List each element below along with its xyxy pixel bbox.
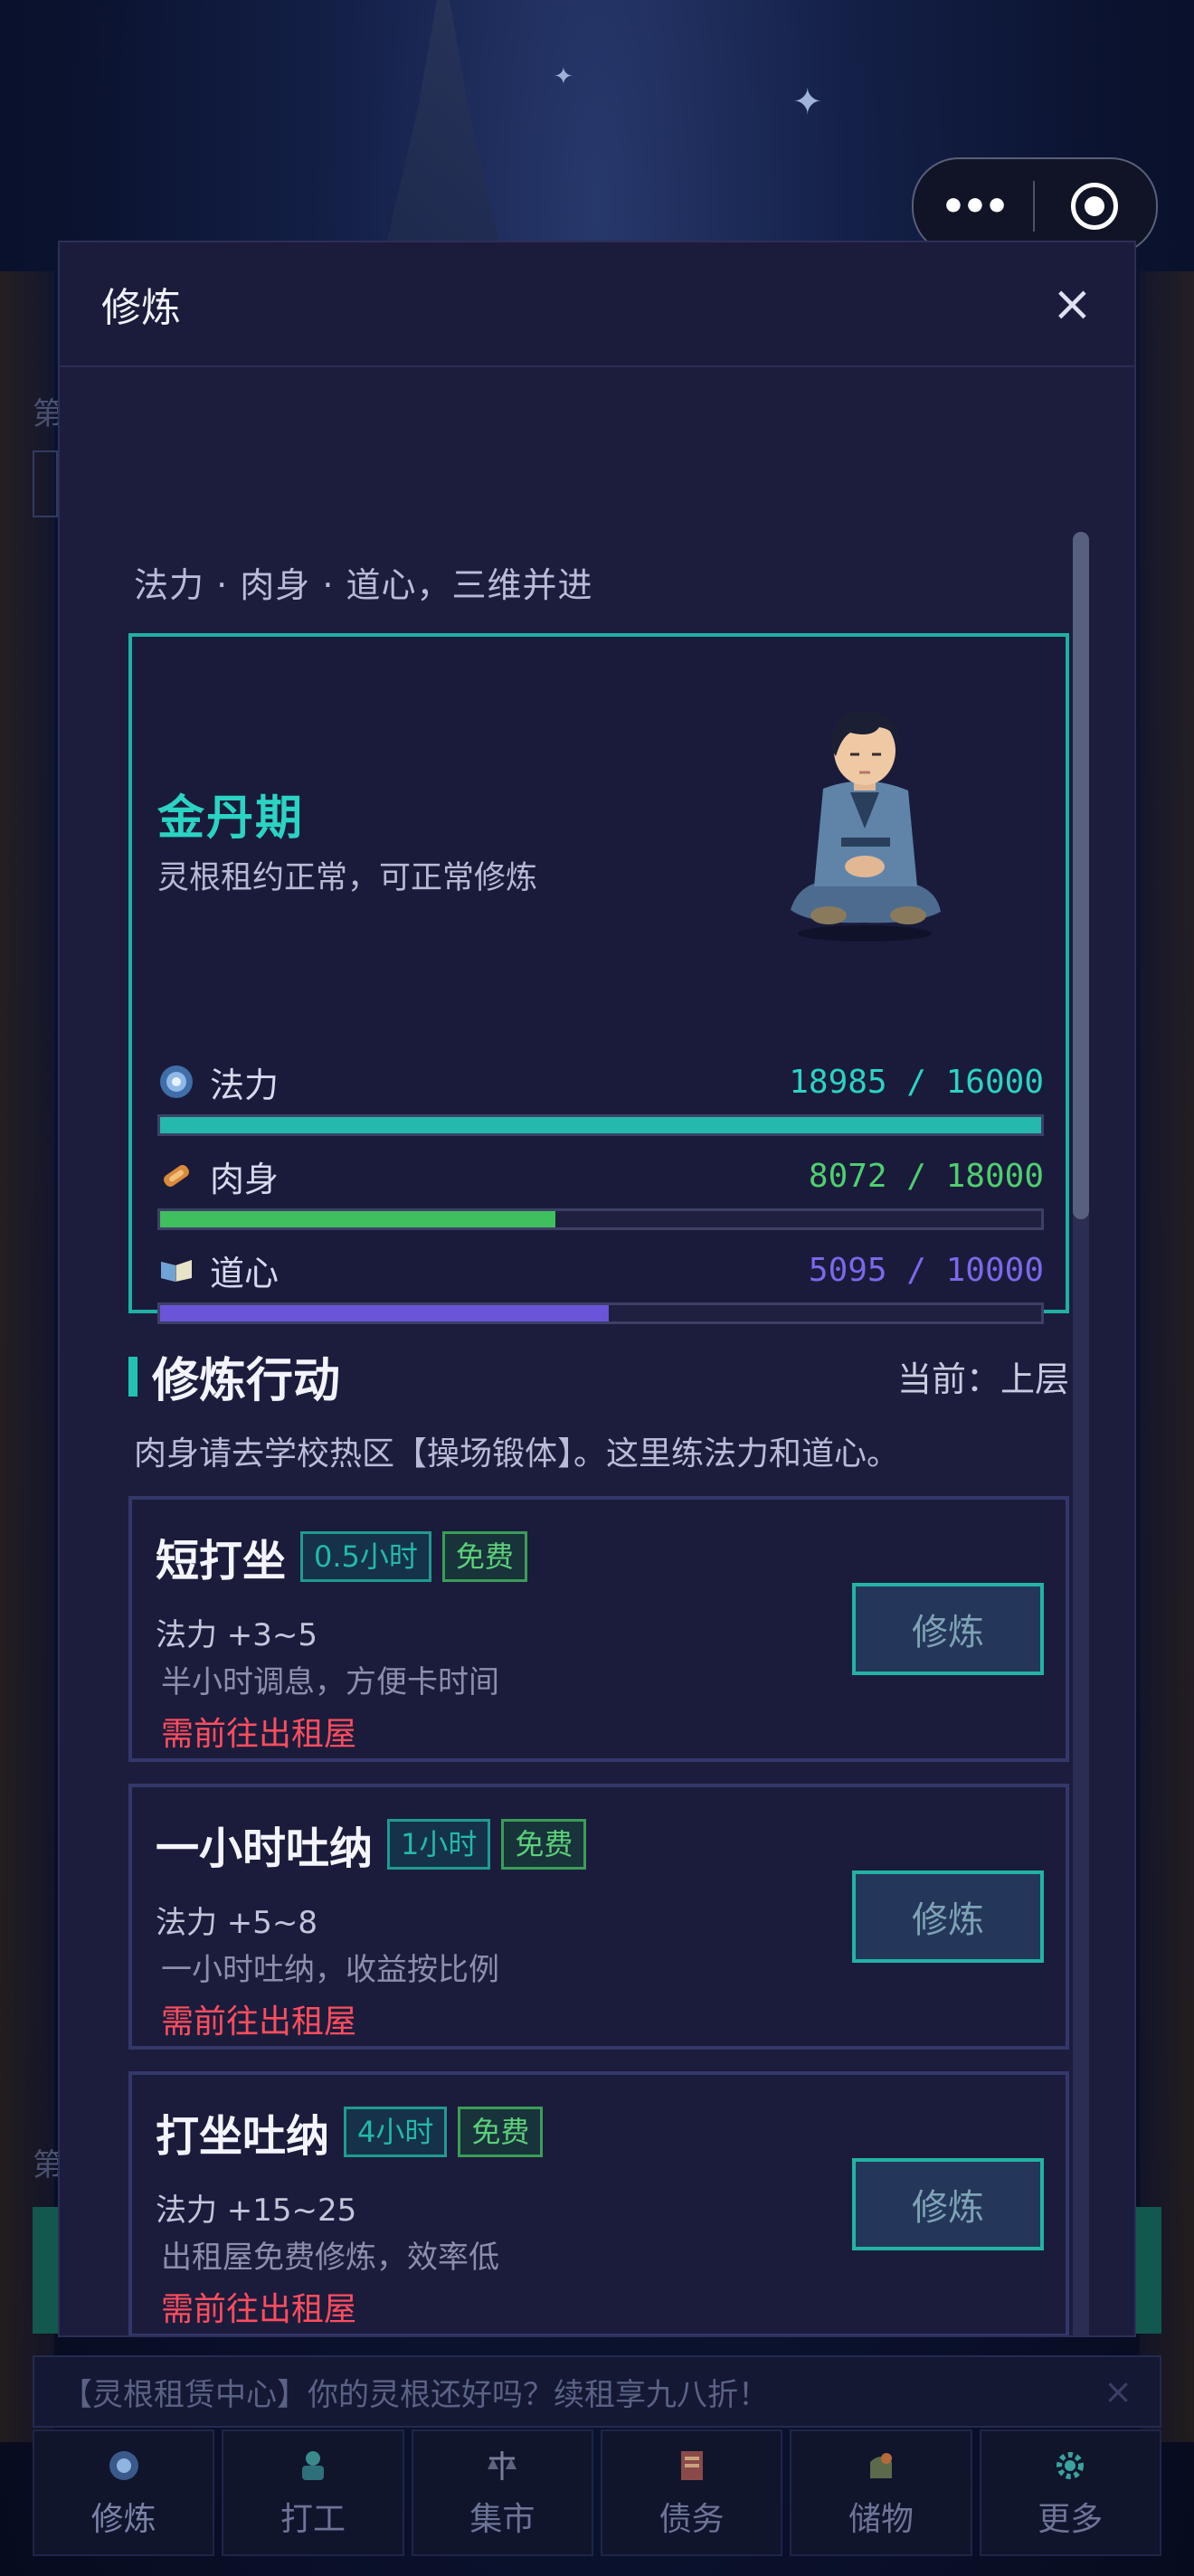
action-requirement: 需前往出租屋: [161, 2003, 357, 2041]
nav-label: 集市: [469, 2501, 535, 2538]
stat-value: 8072 / 18000: [808, 1157, 1044, 1195]
modal-header: 修炼 ×: [60, 242, 1134, 367]
stat-dao-heart: 道心 5095 / 10000: [157, 1243, 1044, 1324]
banner-close-icon[interactable]: ×: [1104, 2372, 1132, 2411]
action-description: 出租屋免费修炼，效率低: [161, 2240, 499, 2276]
train-button[interactable]: 修炼: [852, 1583, 1044, 1675]
promo-banner[interactable]: 【灵根租赁中心】你的灵根还好吗？续租享九八折！ ×: [33, 2355, 1161, 2428]
realm-card: 金丹期 灵根租约正常，可正常修炼 法力 18985 / 16000 肉身 807…: [128, 633, 1069, 1324]
section-title: 修炼行动: [128, 1342, 340, 1410]
action-name: 打坐吐纳: [156, 2111, 330, 2162]
nav-market[interactable]: 集市: [411, 2429, 593, 2556]
action-effect: 法力 +3~5: [156, 1617, 318, 1653]
dao-book-icon: [161, 1260, 192, 1282]
more-dots-icon[interactable]: •••: [914, 184, 1033, 230]
current-location: 当前：上层: [896, 1359, 1069, 1399]
background-teal-fragment: [33, 2207, 60, 2334]
action-card: 短打坐 0.5小时 免费 法力 +3~5 半小时调息，方便卡时间 需前往出租屋 …: [128, 1496, 1069, 1762]
cultivate-icon: [109, 2451, 138, 2480]
progress-fill: [160, 1305, 610, 1321]
nav-label: 更多: [1038, 2501, 1104, 2538]
close-miniprogram-button[interactable]: [1035, 183, 1154, 230]
left-lantern-glow: [0, 271, 54, 2442]
stat-value: 18985 / 16000: [789, 1063, 1044, 1101]
nav-label: 债务: [659, 2501, 725, 2538]
nav-debt[interactable]: 债务: [600, 2429, 783, 2556]
cost-tag: 免费: [441, 1530, 527, 1583]
body-scroll-icon: [164, 1165, 189, 1187]
time-tag: 1小时: [387, 1818, 491, 1870]
section-note: 肉身请去学校热区【操场锻体】。这里练法力和道心。: [134, 1435, 900, 1473]
action-name: 短打坐: [156, 1536, 287, 1586]
right-lantern-glow: [1140, 271, 1194, 2442]
time-tag: 0.5小时: [300, 1530, 431, 1583]
nav-label: 修炼: [90, 2501, 156, 2538]
nav-storage[interactable]: 储物: [790, 2429, 972, 2556]
modal-title: 修炼: [101, 285, 181, 331]
target-circle-icon: [1071, 183, 1118, 230]
background-box-fragment: [33, 450, 58, 517]
stat-label: 肉身: [210, 1159, 280, 1199]
stat-mana: 法力 18985 / 16000: [157, 1055, 1044, 1136]
stat-label: 道心: [210, 1253, 280, 1293]
sparkle-icon: ✦: [792, 81, 823, 123]
action-description: 半小时调息，方便卡时间: [161, 1664, 499, 1700]
nav-label: 打工: [280, 2501, 346, 2538]
bottom-nav: 修炼 打工 集市 债务 储物 更多: [33, 2429, 1161, 2556]
cultivator-avatar: [791, 711, 941, 942]
action-name: 一小时吐纳: [156, 1823, 374, 1874]
nav-more[interactable]: 更多: [979, 2429, 1161, 2556]
stat-value: 5095 / 10000: [808, 1251, 1044, 1289]
subtitle: 法力 · 肉身 · 道心，三维并进: [134, 565, 593, 605]
realm-description: 灵根租约正常，可正常修炼: [157, 860, 538, 896]
cost-tag: 免费: [501, 1818, 587, 1870]
dao-progress-bar: [157, 1302, 1044, 1324]
background-teal-fragment: [1134, 2207, 1161, 2334]
work-icon: [301, 2451, 324, 2480]
pagoda-silhouette: [380, 0, 507, 271]
banner-text: 【灵根租赁中心】你的灵根还好吗？续租享九八折！: [62, 2376, 769, 2413]
debt-scroll-icon: [680, 2451, 703, 2480]
nav-cultivate[interactable]: 修炼: [33, 2429, 215, 2556]
market-scale-icon: [488, 2451, 517, 2480]
close-icon[interactable]: ×: [1052, 279, 1093, 328]
train-button[interactable]: 修炼: [852, 2158, 1044, 2250]
action-card: 打坐吐纳 4小时 免费 法力 +15~25 出租屋免费修炼，效率低 需前往出租屋…: [128, 2071, 1069, 2335]
mana-orb-icon: [160, 1065, 193, 1098]
nav-work[interactable]: 打工: [222, 2429, 404, 2556]
sparkle-icon: ✦: [554, 63, 573, 90]
action-requirement: 需前往出租屋: [161, 1716, 357, 1753]
train-button[interactable]: 修炼: [852, 1870, 1044, 1963]
action-effect: 法力 +5~8: [156, 1905, 318, 1941]
action-description: 一小时吐纳，收益按比例: [161, 1952, 499, 1988]
section-header: 修炼行动 当前：上层: [128, 1342, 1069, 1410]
cultivation-modal: 修炼 × 法力 · 肉身 · 道心，三维并进 金丹期 灵根租约正常，可正常修炼: [58, 241, 1136, 2337]
action-card: 一小时吐纳 1小时 免费 法力 +5~8 一小时吐纳，收益按比例 需前往出租屋 …: [128, 1784, 1069, 2050]
storage-bag-icon: [869, 2453, 892, 2478]
progress-fill: [160, 1211, 555, 1227]
action-effect: 法力 +15~25: [156, 2192, 357, 2229]
stat-label: 法力: [210, 1065, 280, 1105]
stat-body: 肉身 8072 / 18000: [157, 1149, 1044, 1230]
progress-fill: [160, 1117, 1041, 1133]
scrollbar-thumb[interactable]: [1073, 532, 1089, 1219]
cost-tag: 免费: [458, 2106, 544, 2158]
scrollbar[interactable]: [1073, 532, 1089, 2335]
mana-progress-bar: [157, 1114, 1044, 1136]
nav-label: 储物: [848, 2501, 914, 2538]
body-progress-bar: [157, 1208, 1044, 1230]
time-tag: 4小时: [344, 2106, 448, 2158]
gear-icon: [1057, 2452, 1085, 2479]
realm-name: 金丹期: [157, 791, 305, 846]
action-requirement: 需前往出租屋: [161, 2291, 357, 2328]
